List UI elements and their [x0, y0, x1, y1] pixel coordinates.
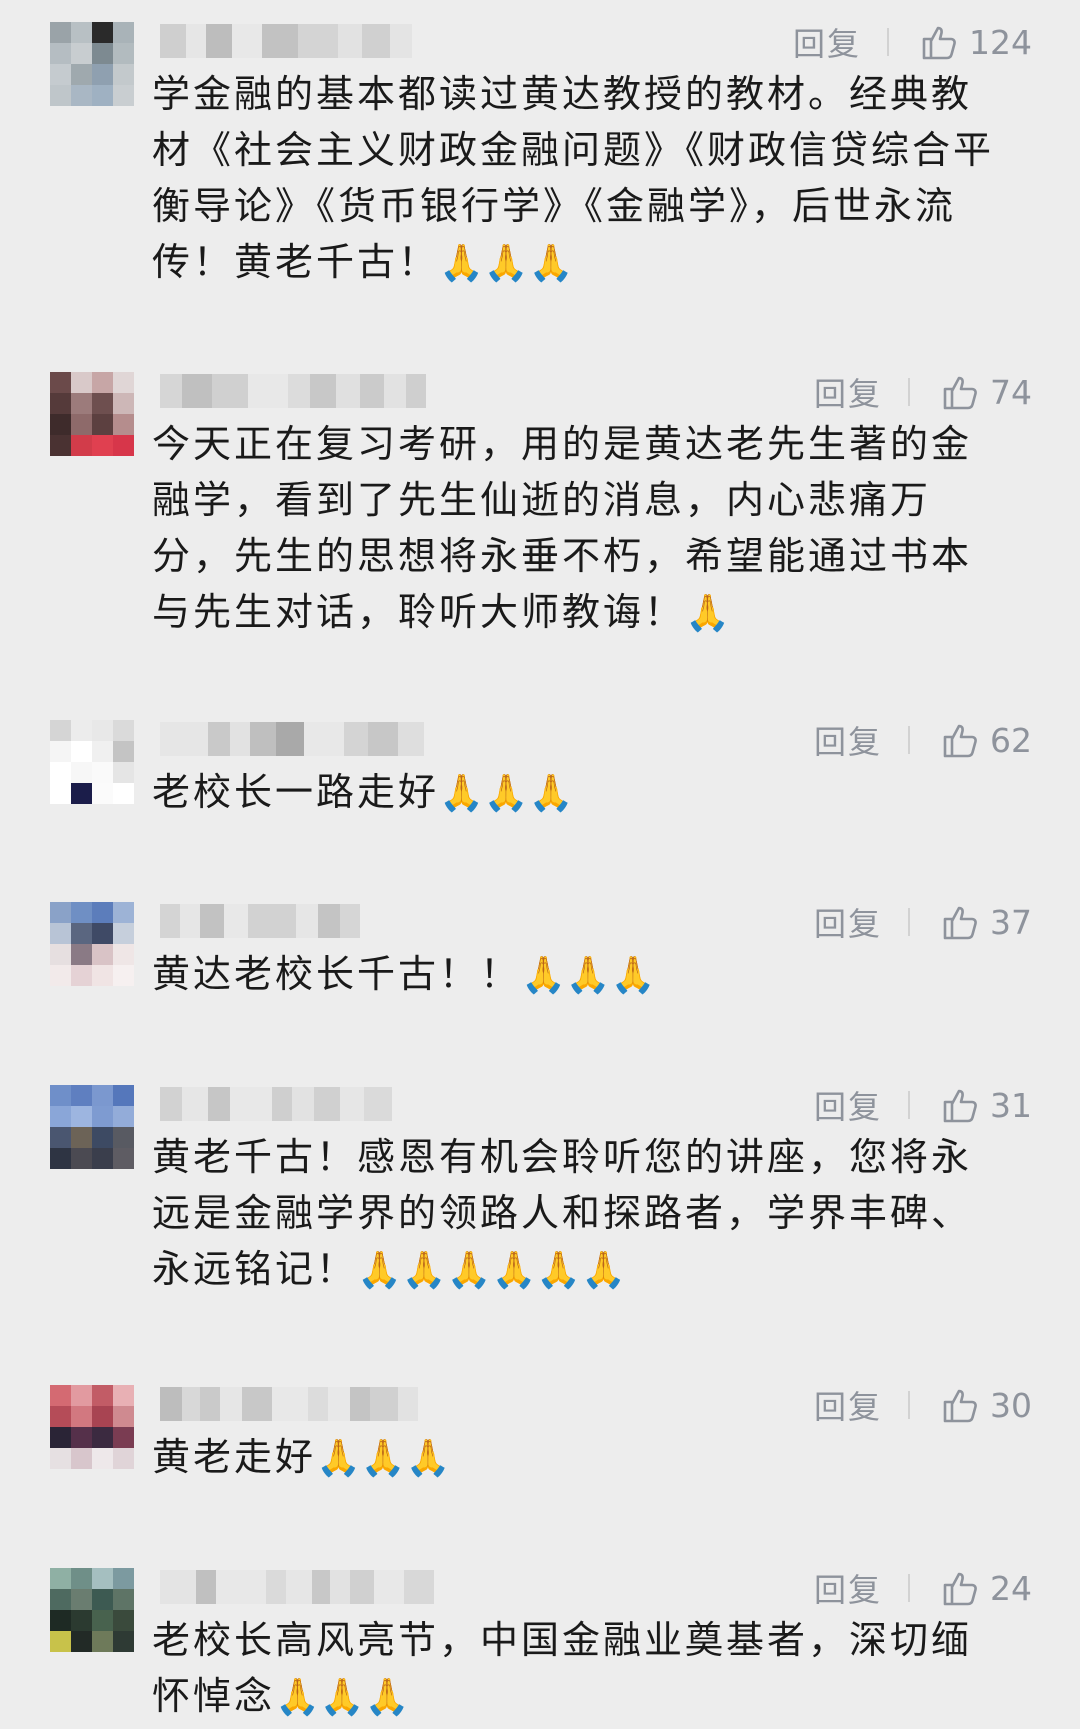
- reply-button[interactable]: 回复: [814, 899, 882, 945]
- divider: [908, 908, 910, 936]
- comment-actions: 回复 124: [793, 20, 1032, 64]
- comment-text: 今天正在复习考研，用的是黄达老先生著的金融学，看到了先生仙逝的消息，内心悲痛万分…: [152, 416, 1012, 642]
- username-mosaic: [160, 1570, 434, 1604]
- like-button[interactable]: 74: [940, 372, 1032, 412]
- username-mosaic: [160, 1087, 392, 1121]
- username-mosaic: [160, 24, 412, 58]
- divider: [908, 1091, 910, 1119]
- reply-button[interactable]: 回复: [814, 1382, 882, 1428]
- thumbs-up-icon: [943, 724, 977, 758]
- divider: [908, 378, 910, 406]
- reply-button[interactable]: 回复: [814, 1082, 882, 1128]
- comment-actions: 回复 24: [814, 1566, 1032, 1610]
- comment-list: 回复 124 学金融的基本都读过黄达教授的教材。经典教材《社会主义财政金融问题》…: [0, 0, 1080, 1729]
- comment-text: 黄老走好🙏🙏🙏: [152, 1429, 1012, 1487]
- reply-button[interactable]: 回复: [814, 1565, 882, 1611]
- pray-emoji: 🙏: [685, 593, 730, 634]
- comment-text: 老校长一路走好🙏🙏🙏: [152, 764, 1012, 822]
- reply-button[interactable]: 回复: [814, 369, 882, 415]
- thumbs-up-icon: [943, 1389, 977, 1423]
- comment-actions: 回复 74: [814, 370, 1032, 414]
- comment-text: 黄达老校长千古！！🙏🙏🙏: [152, 946, 1012, 1004]
- avatar[interactable]: [50, 720, 134, 804]
- comment-body: 黄达老校长千古！！: [152, 952, 522, 996]
- comment-body: 今天正在复习考研，用的是黄达老先生著的金融学，看到了先生仙逝的消息，内心悲痛万分…: [152, 422, 973, 634]
- username-mosaic: [160, 374, 426, 408]
- comment-text: 学金融的基本都读过黄达教授的教材。经典教材《社会主义财政金融问题》《财政信贷综合…: [152, 66, 1012, 292]
- like-count: 37: [990, 902, 1032, 942]
- reply-button[interactable]: 回复: [814, 717, 882, 763]
- thumbs-up-icon: [943, 376, 977, 410]
- thumbs-up-icon: [943, 1089, 977, 1123]
- like-button[interactable]: 24: [940, 1568, 1032, 1608]
- like-button[interactable]: 124: [919, 22, 1032, 62]
- avatar[interactable]: [50, 1385, 134, 1469]
- divider: [908, 1391, 910, 1419]
- username-mosaic: [160, 722, 424, 756]
- pray-emoji: 🙏🙏🙏🙏🙏🙏: [357, 1250, 626, 1291]
- divider: [908, 726, 910, 754]
- like-button[interactable]: 37: [940, 902, 1032, 942]
- comment-actions: 回复 30: [814, 1383, 1032, 1427]
- avatar[interactable]: [50, 372, 134, 456]
- username-mosaic: [160, 904, 360, 938]
- comment-body: 老校长一路走好: [152, 770, 440, 814]
- comment-body: 黄老走好: [152, 1435, 317, 1479]
- avatar[interactable]: [50, 1085, 134, 1169]
- like-count: 124: [969, 22, 1032, 62]
- like-count: 62: [990, 720, 1032, 760]
- pray-emoji: 🙏🙏🙏: [316, 1438, 451, 1479]
- like-button[interactable]: 30: [940, 1385, 1032, 1425]
- divider: [908, 1574, 910, 1602]
- comment-text: 黄老千古！感恩有机会聆听您的讲座，您将永远是金融学界的领路人和探路者，学界丰碑、…: [152, 1129, 1012, 1299]
- comment-actions: 回复 31: [814, 1083, 1032, 1127]
- thumbs-up-icon: [922, 26, 956, 60]
- username-mosaic: [160, 1387, 418, 1421]
- like-button[interactable]: 31: [940, 1085, 1032, 1125]
- avatar[interactable]: [50, 902, 134, 986]
- like-count: 24: [990, 1568, 1032, 1608]
- thumbs-up-icon: [943, 906, 977, 940]
- thumbs-up-icon: [943, 1572, 977, 1606]
- pray-emoji: 🙏🙏🙏: [275, 1677, 410, 1718]
- like-count: 30: [990, 1385, 1032, 1425]
- pray-emoji: 🙏🙏🙏: [439, 243, 574, 284]
- comment-actions: 回复 62: [814, 718, 1032, 762]
- reply-button[interactable]: 回复: [793, 19, 861, 65]
- like-count: 31: [990, 1085, 1032, 1125]
- divider: [887, 28, 889, 56]
- like-button[interactable]: 62: [940, 720, 1032, 760]
- pray-emoji: 🙏🙏🙏: [439, 773, 574, 814]
- avatar[interactable]: [50, 22, 134, 106]
- comment-text: 老校长高风亮节，中国金融业奠基者，深切缅怀悼念🙏🙏🙏: [152, 1612, 1012, 1726]
- pray-emoji: 🙏🙏🙏: [521, 955, 656, 996]
- like-count: 74: [990, 372, 1032, 412]
- comment-actions: 回复 37: [814, 900, 1032, 944]
- avatar[interactable]: [50, 1568, 134, 1652]
